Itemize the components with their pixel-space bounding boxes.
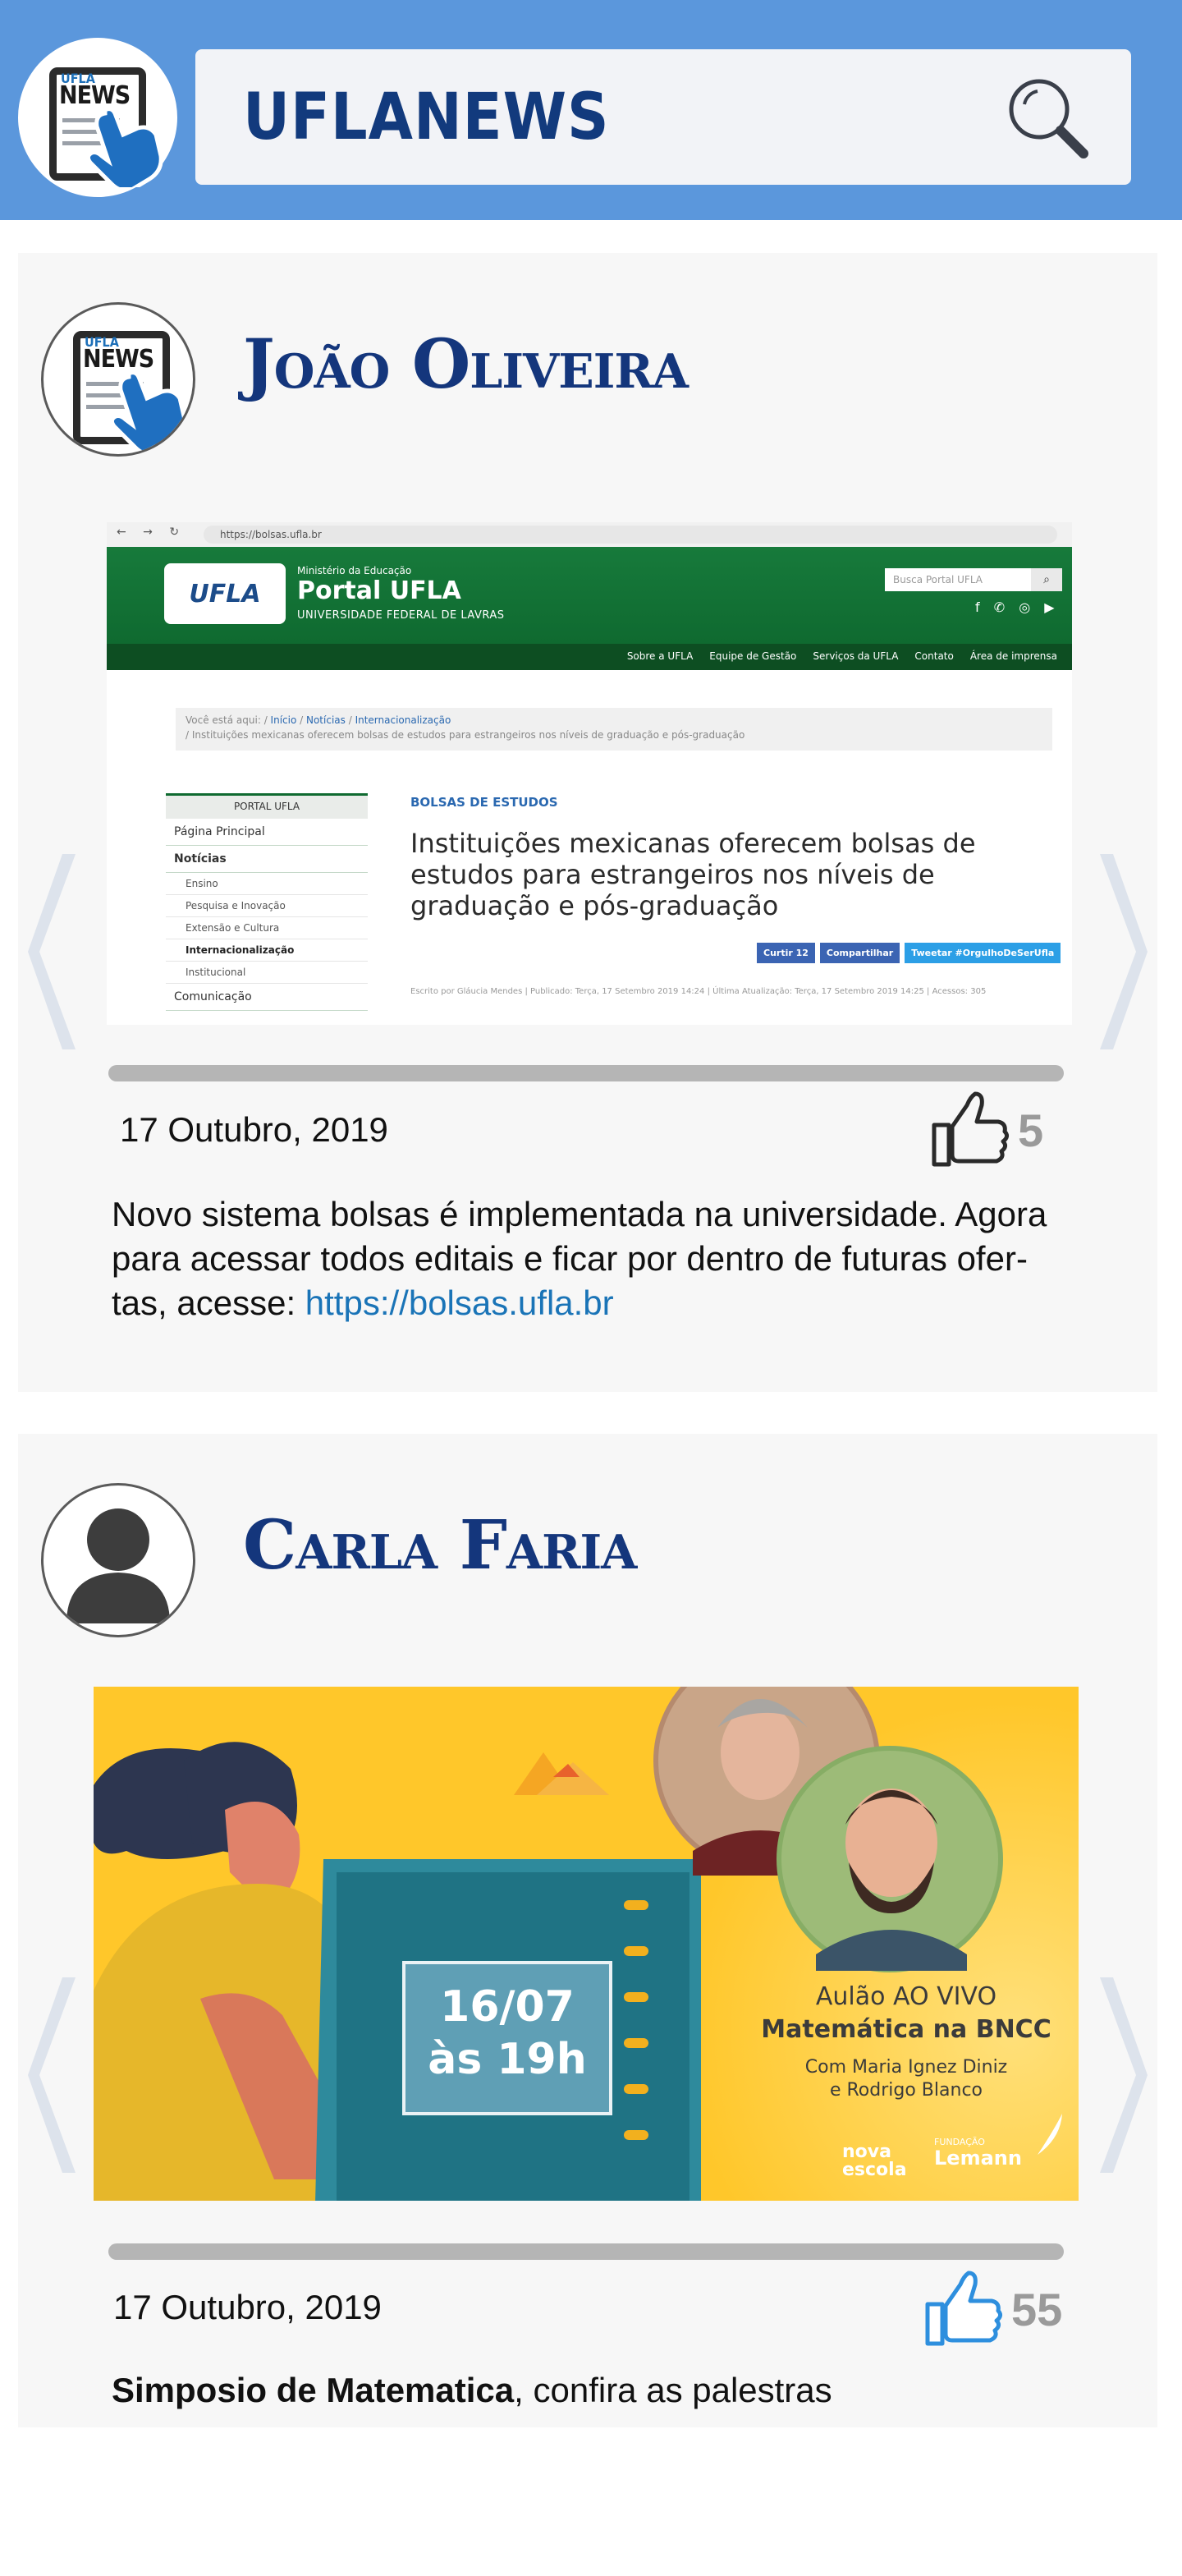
user-silhouette-icon	[66, 1508, 170, 1623]
portal-menu-item: Equipe de Gestão	[709, 650, 797, 662]
carousel-progress-bar[interactable]	[108, 2243, 1064, 2260]
portal-ministry: Ministério da Educação	[297, 565, 412, 576]
app-title: UFLANEWS	[243, 80, 610, 154]
banner-line1: Aulão AO VIVO	[815, 1982, 997, 2011]
browser-bar: ← → ↻ https://bolsas.ufla.br	[107, 522, 1072, 548]
browser-url: https://bolsas.ufla.br	[204, 526, 1057, 544]
post-text-bold: Simposio de Matematica	[112, 2371, 515, 2409]
post-date: 17 Outubro, 2019	[120, 1110, 388, 1149]
like-button[interactable]: 55	[921, 2268, 1062, 2350]
portal-header: UFLA Ministério da Educação Portal UFLA …	[107, 547, 1072, 644]
breadcrumb: Você está aqui: / Início / Notícias / In…	[176, 708, 1052, 751]
news-card: UFLA NEWS João Oliveira ← → ↻ https://bo…	[18, 253, 1157, 1392]
portal-menu-item: Serviços da UFLA	[813, 650, 899, 662]
news-logo-icon: UFLA NEWS	[49, 67, 163, 187]
chevron-right-icon[interactable]	[1085, 1972, 1151, 2178]
app-header: UFLA NEWS UFLANEWS	[0, 0, 1182, 220]
author-name[interactable]: Carla Faria	[243, 1506, 637, 1585]
article-meta: Escrito por Gláucia Mendes | Publicado: …	[410, 987, 987, 996]
lemann-logo: Lemann	[934, 2147, 1022, 2170]
portal-menu-item: Área de imprensa	[969, 650, 1057, 662]
social-icons: f ✆ ◎ ▶	[975, 599, 1060, 615]
portal-menu-item: Sobre a UFLA	[626, 650, 694, 662]
carousel-progress-bar[interactable]	[108, 1065, 1064, 1081]
banner-line3: Com Maria Ignez Diniz e Rodrigo Blanco	[804, 2057, 1008, 2101]
chevron-left-icon[interactable]	[25, 1972, 90, 2178]
search-button[interactable]	[995, 67, 1100, 168]
article-title: Instituições mexicanas oferecem bolsas d…	[410, 828, 976, 921]
chevron-left-icon[interactable]	[25, 849, 90, 1054]
nova-escola-logo: nova escola	[842, 2142, 907, 2180]
portal-name: Portal UFLA	[297, 576, 461, 605]
news-card: Carla Faria 16/07 às 19h Aulão AO VIVO M…	[18, 1434, 1157, 2427]
post-date: 17 Outubro, 2019	[113, 2288, 382, 2326]
thumbs-up-icon	[932, 1091, 1010, 1167]
post-text: Novo sistema bolsas é implementada na un…	[112, 1195, 1047, 1322]
portal-search-input: Busca Portal UFLA	[885, 568, 1031, 591]
post-image[interactable]: ← → ↻ https://bolsas.ufla.br UFLA Minist…	[107, 522, 1072, 1025]
banner-line2: Matemática na BNCC	[761, 2015, 1051, 2044]
share-buttons: Curtir 12 Compartilhar Tweetar #OrgulhoD…	[757, 943, 1061, 963]
app-logo[interactable]: UFLA NEWS	[18, 38, 177, 197]
portal-search-icon: ⌕	[1031, 568, 1062, 591]
like-count: 55	[1011, 2283, 1063, 2335]
portal-sidebar: PORTAL UFLA Página Principal Notícias En…	[166, 793, 368, 1025]
search-bar[interactable]: UFLANEWS	[195, 49, 1131, 185]
author-avatar[interactable]: UFLA NEWS	[41, 302, 195, 457]
article-category: BOLSAS DE ESTUDOS	[410, 795, 558, 810]
banner-date-box: 16/07 às 19h	[402, 1961, 612, 2115]
portal-menu: Sobre a UFLA Equipe de Gestão Serviços d…	[107, 644, 1072, 670]
browser-nav-icons: ← → ↻	[117, 526, 186, 539]
ufla-logo: UFLA	[164, 563, 286, 624]
search-icon	[1009, 79, 1088, 158]
portal-subtitle: UNIVERSIDADE FEDERAL DE LAVRAS	[297, 609, 505, 622]
like-button[interactable]: 5	[928, 1089, 1043, 1171]
portal-menu-item: Contato	[914, 650, 954, 662]
news-logo-icon: UFLA NEWS	[73, 331, 187, 451]
author-name[interactable]: João Oliveira	[243, 325, 689, 404]
author-avatar[interactable]	[41, 1483, 195, 1637]
thumbs-up-icon	[925, 2271, 1003, 2346]
post-link[interactable]: https://bolsas.ufla.br	[305, 1283, 614, 1322]
post-text: Simposio de Matematica, confira as pales…	[112, 2371, 832, 2409]
chevron-right-icon[interactable]	[1085, 849, 1151, 1054]
post-image[interactable]: 16/07 às 19h Aulão AO VIVO Matemática na …	[94, 1687, 1079, 2201]
banner-illustration	[94, 1687, 1062, 2201]
like-count: 5	[1018, 1104, 1044, 1156]
